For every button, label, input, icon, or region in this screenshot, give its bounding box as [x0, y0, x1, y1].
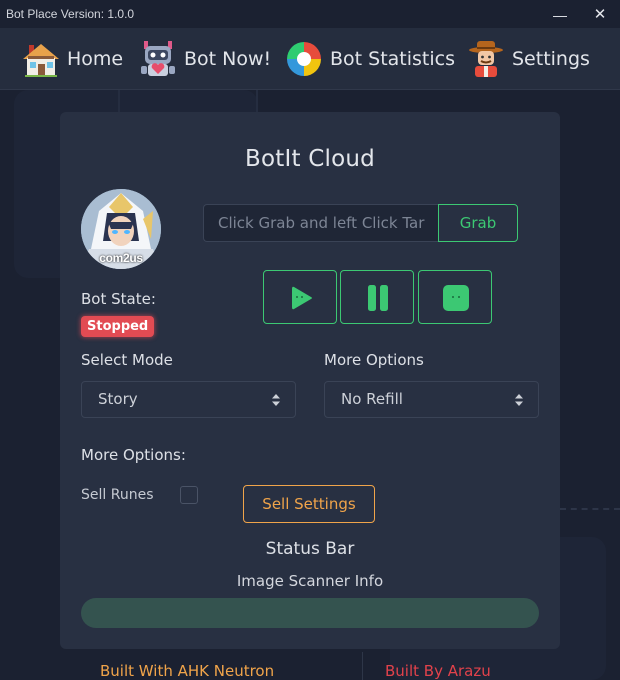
close-button[interactable]: ✕	[588, 4, 612, 26]
stop-button[interactable]	[418, 270, 492, 324]
footer-divider	[362, 652, 363, 680]
nav-home[interactable]: Home	[21, 38, 123, 80]
window-title: Bot Place Version: 1.0.0	[6, 7, 135, 21]
nav-bot-now[interactable]: Bot Now!	[138, 38, 271, 80]
pie-chart-icon	[287, 42, 321, 76]
more-options-heading: More Options:	[81, 446, 186, 464]
status-bar-title: Status Bar	[265, 539, 355, 559]
background-divider	[118, 90, 120, 112]
nav-bot-statistics[interactable]: Bot Statistics	[284, 38, 455, 80]
nav-settings-label: Settings	[512, 48, 590, 70]
card-title: BotIt Cloud	[245, 146, 375, 172]
nav-bot-now-label: Bot Now!	[184, 48, 272, 70]
play-button[interactable]	[263, 270, 337, 324]
pause-button[interactable]	[340, 270, 414, 324]
play-icon	[292, 286, 312, 310]
select-mode-value: Story	[98, 390, 138, 408]
top-navigation: Home Bot Now! Bot Statistics Settings	[0, 28, 620, 90]
select-mode-label: Select Mode	[81, 351, 173, 369]
nav-home-label: Home	[67, 48, 124, 70]
com2us-logo: com2us	[99, 251, 143, 265]
pause-icon	[368, 285, 388, 311]
bot-state-badge: Stopped	[81, 316, 155, 337]
nav-settings[interactable]: Settings	[466, 38, 590, 80]
bot-state-label: Bot State:	[81, 290, 156, 308]
window-titlebar: Bot Place Version: 1.0.0 — ✕	[0, 0, 620, 28]
game-avatar: com2us	[81, 189, 161, 269]
sort-caret-icon	[515, 394, 523, 406]
footer-built-with: Built With AHK Neutron	[100, 662, 275, 680]
sell-runes-label: Sell Runes	[81, 487, 154, 503]
house-icon	[23, 44, 59, 77]
status-progress-bar	[81, 598, 539, 628]
sort-caret-icon	[272, 394, 280, 406]
background-divider	[256, 90, 258, 112]
nav-bot-statistics-label: Bot Statistics	[330, 48, 456, 70]
sell-runes-checkbox[interactable]	[180, 486, 198, 504]
robot-icon	[141, 41, 175, 76]
image-scanner-info: Image Scanner Info	[236, 572, 384, 590]
refill-option-dropdown[interactable]: No Refill	[324, 381, 539, 418]
grab-button[interactable]: Grab	[438, 204, 518, 242]
select-mode-dropdown[interactable]: Story	[81, 381, 296, 418]
refill-option-value: No Refill	[341, 390, 403, 408]
stop-icon	[443, 285, 469, 311]
footer-built-by: Built By Arazu	[385, 662, 491, 680]
bot-control-card: BotIt Cloud com2us Grab	[60, 112, 560, 649]
sell-settings-button[interactable]: Sell Settings	[243, 485, 375, 523]
target-window-input[interactable]	[203, 204, 439, 242]
more-options-label: More Options	[324, 351, 424, 369]
background-dash-line	[560, 508, 620, 510]
minimize-button[interactable]: —	[548, 4, 572, 26]
cowboy-avatar-icon	[469, 41, 503, 77]
